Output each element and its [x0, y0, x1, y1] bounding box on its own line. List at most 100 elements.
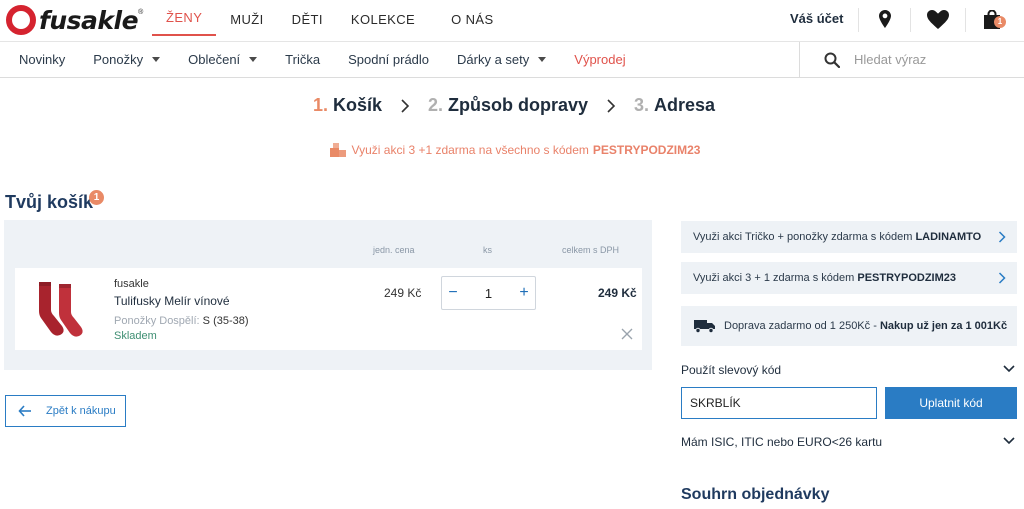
category-label: Ponožky	[93, 52, 144, 67]
product-image-socks[interactable]	[29, 280, 85, 338]
category-darky-a-sety[interactable]: Dárky a sety	[443, 42, 560, 77]
truck-icon	[694, 320, 715, 333]
search-input[interactable]	[854, 52, 1004, 67]
chevron-right-icon	[998, 272, 1006, 284]
category-vyprodej[interactable]: Výprodej	[560, 42, 639, 77]
shipping-label: Doprava zadarmo od 1 250Kč -	[724, 320, 877, 332]
category-nav: Novinky Ponožky Oblečení Trička Spodní p…	[5, 42, 640, 77]
category-obleceni[interactable]: Oblečení	[174, 42, 271, 77]
variant-label: Ponožky Dospělí:	[114, 315, 200, 327]
isic-card-label: Mám ISIC, ITIC nebo EURO<26 kartu	[681, 435, 883, 449]
logo-text: fusakle	[39, 5, 139, 35]
column-header-unit-price: jedn. cena	[373, 245, 415, 255]
chevron-right-icon	[998, 231, 1006, 243]
qty-increase-button[interactable]: +	[513, 277, 535, 309]
account-link[interactable]: Váš účet	[790, 0, 843, 40]
shipping-text: Doprava zadarmo od 1 250Kč - Nakup už je…	[724, 320, 1007, 332]
nav-item-kolekce[interactable]: KOLEKCE	[337, 0, 437, 42]
product-variant: Ponožky Dospělí: S (35-38)	[114, 315, 249, 327]
nav-item-deti[interactable]: DĚTI	[278, 0, 337, 42]
step-label: Košík	[332, 95, 382, 115]
promo-box-ladinamto[interactable]: Využi akci Tričko + ponožky zdarma s kód…	[681, 221, 1017, 253]
back-to-shop-button[interactable]: Zpět k nákupu	[5, 395, 126, 427]
discount-code-input[interactable]	[681, 387, 877, 419]
logo-ring-icon	[6, 5, 36, 35]
search-icon[interactable]	[824, 52, 840, 68]
stock-status: Skladem	[114, 330, 157, 342]
column-header-qty: ks	[483, 245, 492, 255]
item-total-price: 249 Kč	[598, 286, 637, 300]
shipping-remaining: Nakup už jen za 1 001Kč	[879, 320, 1008, 332]
chevron-down-icon	[1003, 437, 1015, 445]
map-pin-icon[interactable]	[872, 6, 898, 32]
heart-icon[interactable]	[925, 6, 951, 32]
header-divider	[858, 8, 859, 32]
unit-price: 249 Kč	[384, 286, 422, 300]
main-nav: ŽENY MUŽI DĚTI KOLEKCE O NÁS	[152, 0, 508, 42]
caret-down-icon	[152, 57, 161, 62]
promo-box-label: Využi akci 3 + 1 zdarma s kódem	[693, 272, 855, 284]
back-button-label: Zpět k nákupu	[46, 405, 116, 417]
step-shipping[interactable]: 2. Způsob dopravy	[428, 95, 588, 116]
nav-item-muzi[interactable]: MUŽI	[216, 0, 277, 42]
apply-code-button[interactable]: Uplatnit kód	[885, 387, 1017, 419]
step-label: Adresa	[654, 95, 716, 115]
category-label: Výprodej	[574, 52, 626, 67]
step-address[interactable]: 3. Adresa	[634, 95, 715, 116]
isic-card-toggle[interactable]: Mám ISIC, ITIC nebo EURO<26 kartu	[681, 432, 1017, 452]
gift-boxes-icon	[329, 143, 346, 157]
column-header-total: celkem s DPH	[562, 245, 620, 255]
cart-title: Tvůj košík	[5, 192, 94, 212]
category-label: Oblečení	[188, 52, 241, 67]
nav-item-o-nas[interactable]: O NÁS	[437, 0, 507, 42]
header-divider	[965, 8, 966, 32]
checkout-steps: 1. Košík 2. Způsob dopravy 3. Adresa	[0, 95, 1024, 116]
nav-item-zeny[interactable]: ŽENY	[152, 0, 217, 36]
header-divider	[910, 8, 911, 32]
free-shipping-box: Doprava zadarmo od 1 250Kč - Nakup už je…	[681, 306, 1017, 346]
close-icon[interactable]	[621, 328, 633, 340]
cart-count-badge: 1	[89, 190, 104, 205]
category-label: Spodní prádlo	[348, 52, 430, 67]
quantity-stepper: − 1 +	[441, 276, 536, 310]
promo-box-code: PESTRYPODZIM23	[857, 272, 956, 284]
category-ponozky[interactable]: Ponožky	[79, 42, 174, 77]
step-number: 1.	[312, 95, 328, 115]
step-number: 3.	[634, 95, 650, 115]
logo-registered-mark: ®	[138, 9, 144, 16]
promo-text: Využi akci 3 +1 zdarma na všechno s kóde…	[351, 143, 589, 157]
search-box	[799, 42, 1024, 77]
discount-code-toggle[interactable]: Použít slevový kód	[681, 360, 1017, 380]
cart-item: fusakle Tulifusky Melír vínové Ponožky D…	[15, 268, 642, 350]
logo[interactable]: fusakle ®	[6, 5, 143, 35]
arrow-left-icon	[18, 405, 31, 417]
order-summary-title: Souhrn objednávky	[681, 486, 830, 503]
promo-code: PESTRYPODZIM23	[592, 143, 701, 157]
cart-panel: jedn. cena ks celkem s DPH fusakle Tulif…	[4, 220, 652, 370]
chevron-right-icon	[607, 98, 616, 113]
qty-decrease-button[interactable]: −	[442, 277, 464, 309]
top-header: fusakle ® ŽENY MUŽI DĚTI KOLEKCE O NÁS V…	[0, 0, 1024, 42]
discount-code-label: Použít slevový kód	[681, 363, 782, 377]
product-name[interactable]: Tulifusky Melír vínové	[114, 294, 230, 308]
promo-banner: Využi akci 3 +1 zdarma na všechno s kóde…	[0, 143, 1024, 157]
step-label: Způsob dopravy	[448, 95, 589, 115]
caret-down-icon	[538, 57, 547, 62]
category-novinky[interactable]: Novinky	[5, 42, 79, 77]
promo-box-label: Využi akci Tričko + ponožky zdarma s kód…	[693, 231, 913, 243]
product-brand: fusakle	[114, 278, 149, 290]
promo-box-pestrypodzim[interactable]: Využi akci 3 + 1 zdarma s kódem PESTRYPO…	[681, 262, 1017, 294]
promo-box-text: Využi akci 3 + 1 zdarma s kódem PESTRYPO…	[693, 272, 956, 284]
shopping-bag-icon[interactable]: 1	[979, 6, 1006, 32]
step-cart[interactable]: 1. Košík	[313, 95, 382, 116]
category-spodni-pradlo[interactable]: Spodní prádlo	[334, 42, 443, 77]
caret-down-icon	[249, 57, 258, 62]
category-label: Trička	[285, 52, 321, 67]
category-label: Dárky a sety	[457, 52, 530, 67]
category-tricka[interactable]: Trička	[271, 42, 334, 77]
promo-box-code: LADINAMTO	[915, 231, 982, 243]
category-bar: Novinky Ponožky Oblečení Trička Spodní p…	[0, 42, 1024, 78]
qty-value[interactable]: 1	[485, 286, 492, 301]
category-label: Novinky	[19, 52, 66, 67]
step-number: 2.	[427, 95, 443, 115]
